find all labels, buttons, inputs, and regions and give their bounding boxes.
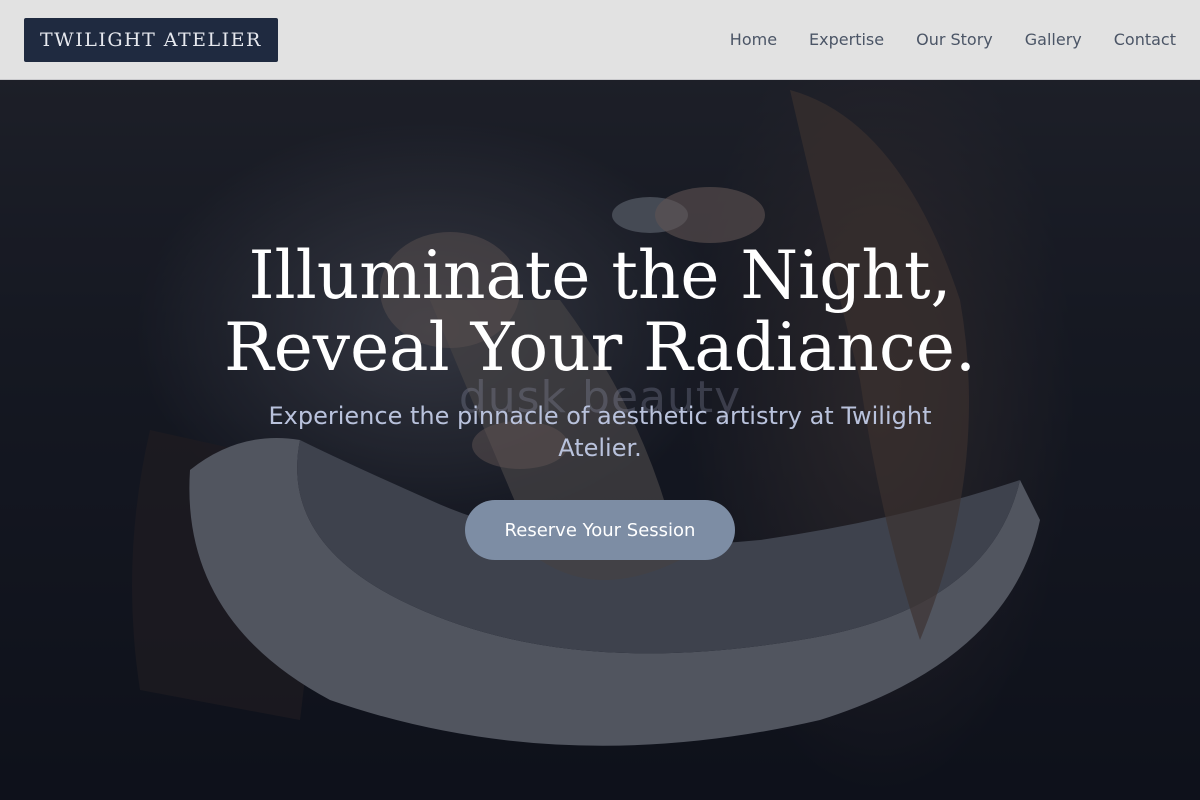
hero-headline-line-1: Illuminate the Night,: [248, 237, 952, 314]
nav-link-contact[interactable]: Contact: [1114, 30, 1176, 49]
hero-content: Illuminate the Night, Reveal Your Radian…: [0, 0, 1200, 800]
site-logo[interactable]: TWILIGHT ATELIER: [24, 17, 278, 62]
nav-link-home[interactable]: Home: [730, 30, 777, 49]
nav-link-our-story[interactable]: Our Story: [916, 30, 993, 49]
reserve-session-button[interactable]: Reserve Your Session: [465, 500, 735, 560]
main-nav: Home Expertise Our Story Gallery Contact: [698, 30, 1176, 49]
site-header: TWILIGHT ATELIER Home Expertise Our Stor…: [0, 0, 1200, 80]
hero-headline: Illuminate the Night, Reveal Your Radian…: [150, 240, 1050, 384]
nav-link-gallery[interactable]: Gallery: [1025, 30, 1082, 49]
nav-link-expertise[interactable]: Expertise: [809, 30, 884, 49]
hero-headline-line-2: Reveal Your Radiance.: [224, 309, 976, 386]
hero-subheadline: Experience the pinnacle of aesthetic art…: [268, 402, 932, 462]
